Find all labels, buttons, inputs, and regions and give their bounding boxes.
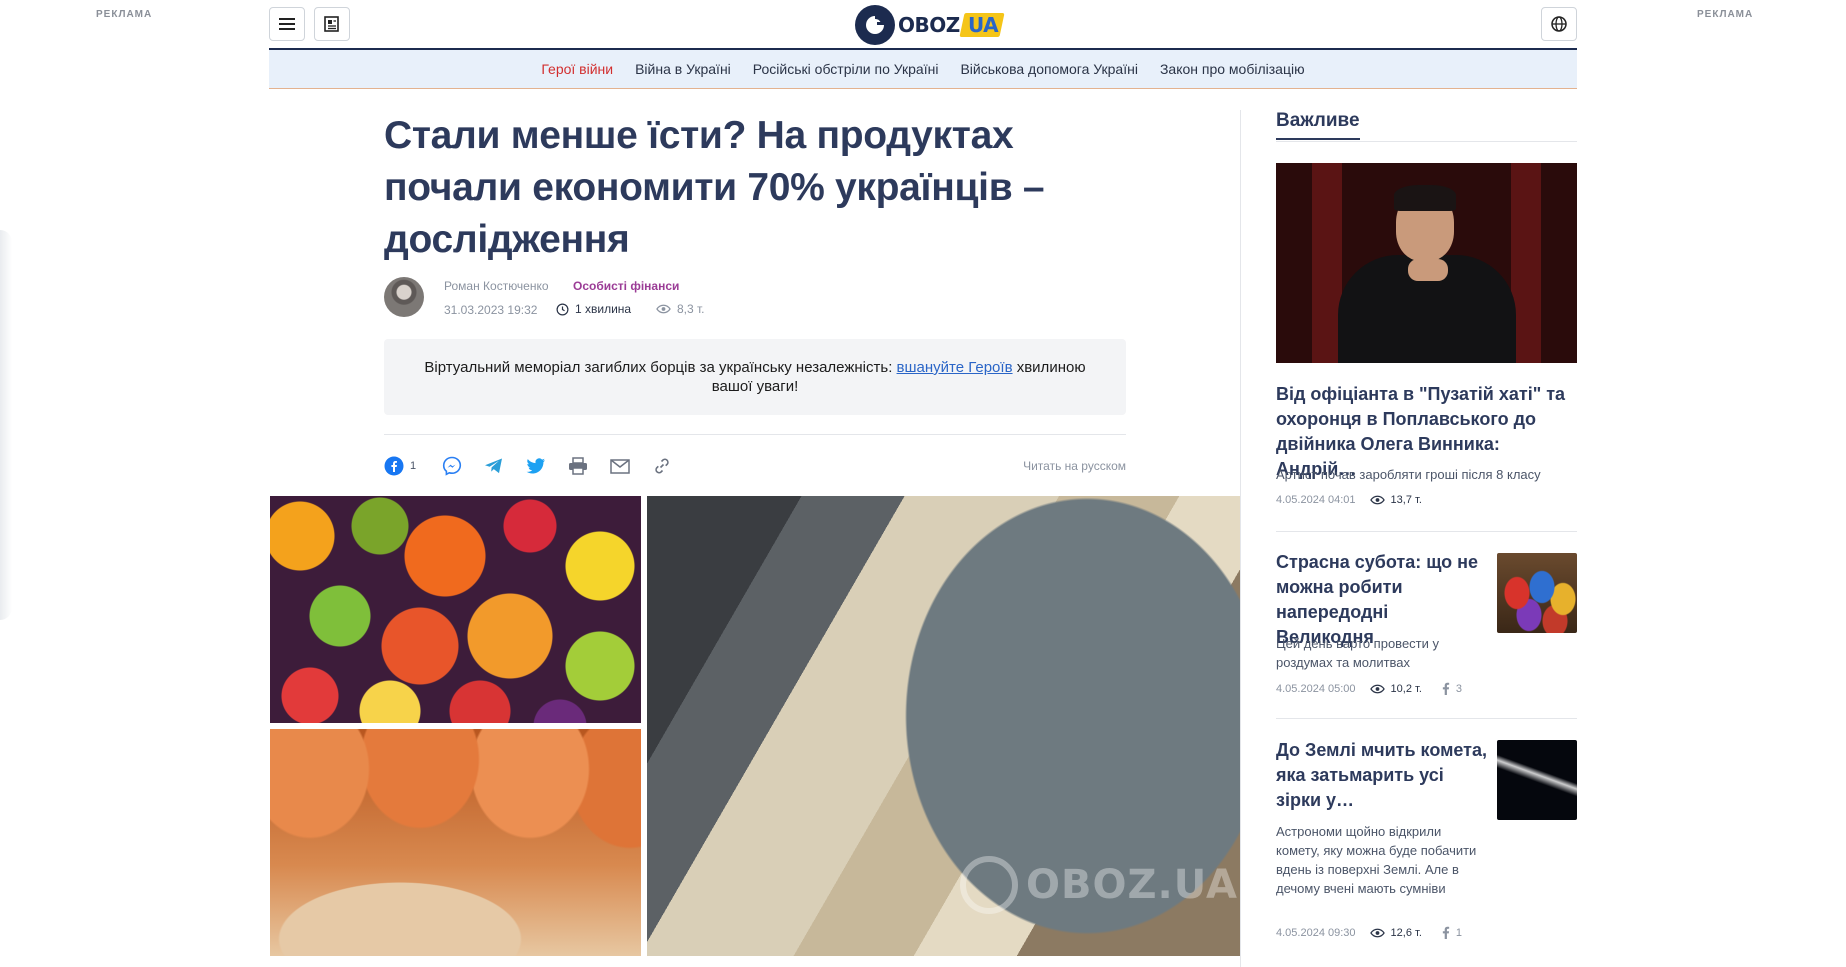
sidebar-item-meta: 4.05.2024 04:01 13,7 т. [1276,494,1422,506]
sidebar-item-meta: 4.05.2024 05:00 10,2 т. 3 [1276,682,1462,695]
article-meta: Роман Костюченко Особисті фінанси 31.03.… [384,277,1126,321]
fruit-photo [270,496,641,723]
twitter-icon [526,457,545,474]
ad-label-right: РЕКЛАМА [1697,9,1754,20]
eggs-photo [270,729,641,956]
printer-icon [569,457,587,475]
sidebar-item-fb-count: 1 [1455,926,1462,939]
read-time: 1 хвилина [556,302,631,316]
share-messenger[interactable] [442,453,462,479]
messenger-icon [442,456,462,476]
news-feed-button[interactable] [314,7,350,41]
category-link[interactable]: Особисті фінанси [573,279,679,293]
side-panel-edge [0,230,12,620]
person-hair [1394,185,1456,211]
link-icon [655,458,669,474]
sidebar-item-date: 4.05.2024 04:01 [1276,494,1356,506]
share-facebook[interactable]: 1 [384,453,416,479]
sidebar-item-views: 13,7 т. [1390,494,1422,506]
nav-item-military-aid[interactable]: Військова допомога Україні [960,61,1138,77]
sidebar-heading-rule [1276,141,1577,142]
globe-icon [1551,16,1567,32]
menu-button[interactable] [269,7,305,41]
image-watermark: OBOZ.UA [960,856,1238,914]
logo-mark-icon [855,5,895,45]
nav-item-shelling[interactable]: Російські обстріли по Україні [753,61,939,77]
author-name[interactable]: Роман Костюченко [444,279,549,293]
facebook-f-icon [1442,682,1450,695]
telegram-icon [485,458,502,474]
sidebar-important: Важливе Від офіціанта в "Пузатій хаті" т… [1276,110,1577,939]
memorial-banner: Віртуальний меморіал загиблих борців за … [384,339,1126,415]
share-email[interactable] [610,453,630,479]
clock-icon [556,303,569,315]
nav-item-mobilization-law[interactable]: Закон про мобілізацію [1160,61,1305,77]
header: OBOZ UA [269,5,1577,49]
sidebar-separator [1276,531,1577,532]
watermark-logo-icon [960,856,1018,914]
memorial-text: Віртуальний меморіал загиблих борців за … [418,358,1092,396]
copy-link-button[interactable] [652,453,672,479]
facebook-share-count: 1 [410,460,417,472]
sidebar-item-image[interactable] [1276,163,1577,363]
logo-text: OBOZ [898,13,960,37]
newspaper-icon [324,16,339,32]
eye-icon [656,304,671,314]
sidebar-item-views: 10,2 т. [1390,682,1422,695]
print-button[interactable] [568,453,588,479]
publish-date: 31.03.2023 19:32 [444,303,538,317]
share-telegram[interactable] [484,453,504,479]
sidebar-item-thumb[interactable] [1497,740,1577,820]
sidebar-item-title[interactable]: До Землі мчить комета, яка затьмарить ус… [1276,738,1488,813]
ad-label-left: РЕКЛАМА [96,9,153,20]
nav-item-war[interactable]: Війна в Україні [635,61,731,77]
memorial-link[interactable]: вшануйте Героїв [897,359,1013,376]
divider [384,434,1126,435]
sidebar-item-date: 4.05.2024 09:30 [1276,926,1356,939]
eye-icon [1369,495,1385,505]
sidebar-heading: Важливе [1276,110,1360,140]
eye-icon [1369,684,1385,693]
image-watermark-text: OBOZ.UA [1026,862,1238,908]
sidebar-item-desc: Артист почав заробляти гроші після 8 кла… [1276,467,1541,482]
sidebar-separator [1276,718,1577,719]
article-main-image: OBOZ.UA [270,496,1240,956]
view-count-label: 8,3 т. [677,302,705,316]
share-bar: 1 Читать на русском [384,453,1126,479]
eye-icon [1369,928,1385,937]
logo-ua: UA [967,13,998,37]
language-button[interactable] [1541,7,1577,41]
author-avatar[interactable] [384,277,424,317]
sidebar-item-meta: 4.05.2024 09:30 12,6 т. 1 [1276,926,1462,939]
site-logo[interactable]: OBOZ UA [855,5,1005,45]
hamburger-icon [279,18,295,30]
sidebar-item-desc: Цей день варто провести у роздумах та мо… [1276,636,1440,670]
person-hand [1408,259,1448,281]
sidebar-item-thumb[interactable] [1497,553,1577,633]
sidebar-item-views: 12,6 т. [1390,926,1422,939]
topic-nav: Герої війни Війна в Україні Російські об… [269,50,1577,89]
memorial-text-before: Віртуальний меморіал загиблих борців за … [424,359,897,376]
view-count: 8,3 т. [656,302,705,316]
share-twitter[interactable] [526,453,546,479]
article-title: Стали менше їсти? На продуктах почали ек… [384,114,1045,261]
sidebar-item-date: 4.05.2024 05:00 [1276,682,1356,695]
facebook-icon [384,456,404,476]
read-in-russian-link[interactable]: Читать на русском [1023,459,1126,473]
column-divider [1240,110,1241,967]
article-header: Стали менше їсти? На продуктах почали ек… [384,110,1126,266]
sidebar-item-desc: Астрономи щойно відкрили комету, яку мож… [1276,824,1477,896]
mail-icon [610,458,630,474]
facebook-f-icon [1442,926,1450,939]
sidebar-item-fb-count: 3 [1455,682,1462,695]
read-time-label: 1 хвилина [575,302,632,316]
nav-item-heroes[interactable]: Герої війни [541,61,613,77]
